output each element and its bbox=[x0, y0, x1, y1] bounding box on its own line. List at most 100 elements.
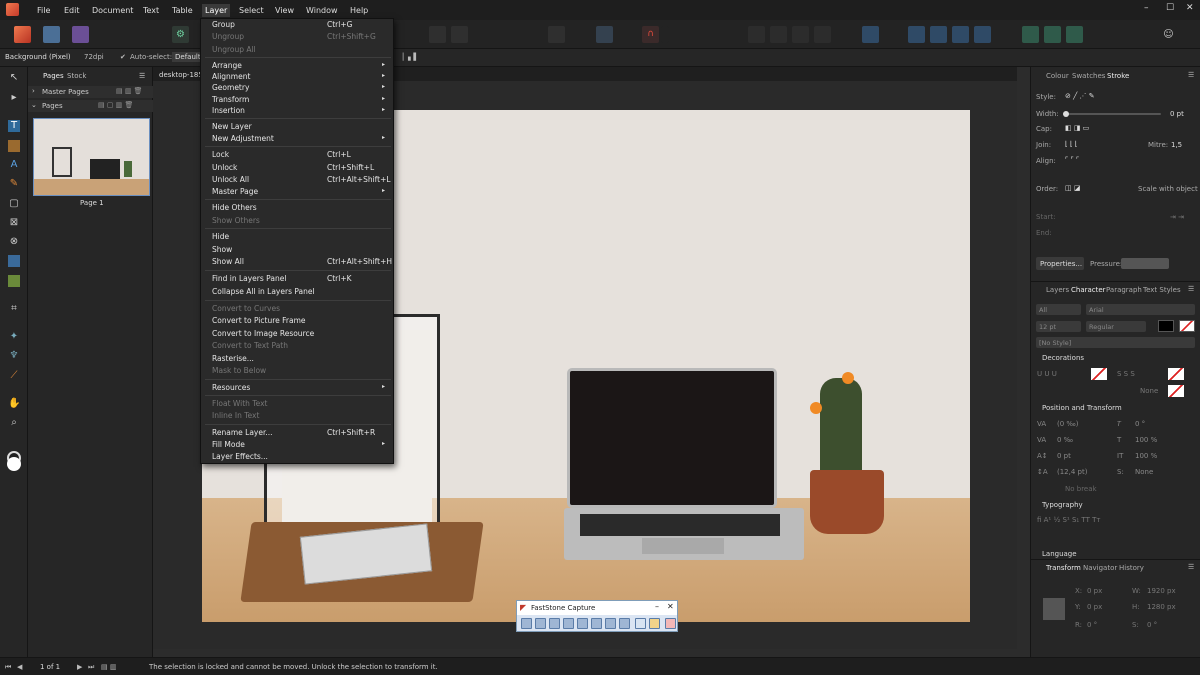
typography-header[interactable]: Typography bbox=[1042, 501, 1083, 509]
menu-item-hide[interactable]: Hide bbox=[212, 232, 229, 241]
decorations-header[interactable]: Decorations bbox=[1042, 354, 1084, 362]
menu-item-unlock[interactable]: Unlock bbox=[212, 163, 237, 172]
panel-menu-icon[interactable]: ☰ bbox=[139, 72, 145, 80]
document-tab[interactable]: desktop-185 bbox=[159, 71, 203, 79]
tab-character[interactable]: Character bbox=[1071, 286, 1106, 294]
tab-layers[interactable]: Layers bbox=[1046, 286, 1069, 294]
tab-transform[interactable]: Transform bbox=[1046, 564, 1081, 572]
toolbar-btn-3[interactable] bbox=[748, 26, 765, 43]
prev-page-icon[interactable]: ◀ bbox=[17, 663, 22, 671]
menu-item-show-others[interactable]: Show Others bbox=[212, 216, 260, 225]
stroke-style-icons[interactable]: ⊘ ╱ ⋰ ✎ bbox=[1065, 92, 1095, 100]
menu-item-arrange[interactable]: Arrange bbox=[212, 61, 242, 70]
menu-item-convert-to-curves[interactable]: Convert to Curves bbox=[212, 304, 280, 313]
join-icons[interactable]: ⌊ ⌊ ⌊ bbox=[1065, 140, 1078, 148]
menu-view[interactable]: View bbox=[272, 4, 297, 17]
place-image-icon[interactable] bbox=[8, 255, 20, 267]
fill-color-swatch[interactable] bbox=[7, 457, 21, 471]
menu-item-resources[interactable]: Resources bbox=[212, 383, 250, 392]
leading-value[interactable]: (12,4 pt) bbox=[1057, 468, 1087, 476]
menu-item-new-adjustment[interactable]: New Adjustment bbox=[212, 134, 274, 143]
cap-icons[interactable]: ◧ ◨ ▭ bbox=[1065, 124, 1089, 132]
hand-tool-icon[interactable]: ✋ bbox=[8, 398, 20, 410]
font-dropdown[interactable]: Arial bbox=[1086, 304, 1195, 315]
tab-colour[interactable]: Colour bbox=[1046, 72, 1069, 80]
toolbar-preview-icon[interactable] bbox=[548, 26, 565, 43]
menu-layer[interactable]: Layer bbox=[202, 4, 231, 17]
tab-text-styles[interactable]: Text Styles bbox=[1143, 286, 1181, 294]
toolbar-btn-5[interactable] bbox=[792, 26, 809, 43]
menu-text[interactable]: Text bbox=[140, 4, 162, 17]
menu-item-convert-to-image-resource[interactable]: Convert to Image Resource bbox=[212, 329, 314, 338]
rectangle-tool-icon[interactable]: ▢ bbox=[8, 198, 20, 210]
tab-paragraph[interactable]: Paragraph bbox=[1106, 286, 1142, 294]
y-value[interactable]: 0 px bbox=[1087, 603, 1102, 611]
menu-item-convert-to-text-path[interactable]: Convert to Text Path bbox=[212, 341, 288, 350]
designer-persona-icon[interactable] bbox=[43, 26, 60, 43]
no-break-checkbox[interactable]: No break bbox=[1065, 485, 1097, 493]
flip-horizontal-icon[interactable] bbox=[908, 26, 925, 43]
underline-color-swatch[interactable] bbox=[1091, 368, 1107, 380]
minimize-icon[interactable]: – bbox=[1144, 3, 1149, 13]
scale-with-object-label[interactable]: Scale with object bbox=[1138, 185, 1198, 193]
table-tool-icon[interactable] bbox=[8, 140, 20, 152]
width-value[interactable]: 0 pt bbox=[1170, 110, 1184, 118]
align-icon[interactable] bbox=[862, 26, 879, 43]
faststone-close-icon[interactable]: ✕ bbox=[667, 602, 674, 611]
menu-item-new-layer[interactable]: New Layer bbox=[212, 122, 252, 131]
baseline-value[interactable]: 0 pt bbox=[1057, 452, 1071, 460]
close-icon[interactable]: ✕ bbox=[1186, 3, 1194, 13]
menu-select[interactable]: Select bbox=[236, 4, 267, 17]
color-picker-icon[interactable]: ⟋ bbox=[8, 370, 20, 382]
r-value[interactable]: 0 ° bbox=[1087, 621, 1097, 629]
boolean-intersect-icon[interactable] bbox=[1066, 26, 1083, 43]
menu-item-unlock-all[interactable]: Unlock All bbox=[212, 175, 249, 184]
strike-color-swatch[interactable] bbox=[1168, 368, 1184, 380]
menu-item-geometry[interactable]: Geometry bbox=[212, 83, 249, 92]
move-tool-icon[interactable]: ↖ bbox=[8, 72, 20, 84]
w-value[interactable]: 1920 px bbox=[1147, 587, 1176, 595]
fill-tool-icon[interactable]: ✦ bbox=[8, 331, 20, 343]
faststone-titlebar[interactable]: ◤ FastStone Capture – ✕ bbox=[517, 601, 677, 615]
crop-tool-icon[interactable]: ⌗ bbox=[8, 303, 20, 315]
menu-item-lock[interactable]: Lock bbox=[212, 150, 229, 159]
toolbar-btn-1[interactable] bbox=[429, 26, 446, 43]
menu-item-layer-effects[interactable]: Layer Effects... bbox=[212, 452, 268, 461]
settings-gear-icon[interactable]: ⚙ bbox=[172, 26, 189, 43]
text-style-dropdown[interactable]: [No Style] bbox=[1036, 337, 1195, 348]
rotate-left-icon[interactable] bbox=[952, 26, 969, 43]
menu-item-collapse-all[interactable]: Collapse All in Layers Panel bbox=[212, 287, 315, 296]
menu-item-transform[interactable]: Transform bbox=[212, 95, 249, 104]
typography-icons[interactable]: fi A¹ ½ S¹ S₁ TT Tт bbox=[1037, 516, 1100, 524]
artistic-text-tool-icon[interactable]: A bbox=[8, 159, 20, 171]
x-value[interactable]: 0 px bbox=[1087, 587, 1102, 595]
tab-stock[interactable]: Stock bbox=[67, 72, 86, 80]
menu-item-find-in-layers[interactable]: Find in Layers Panel bbox=[212, 274, 286, 283]
next-page-icon[interactable]: ▶ bbox=[77, 663, 82, 671]
chevron-down-icon[interactable]: ⌄ bbox=[31, 101, 37, 109]
toolbar-btn-2[interactable] bbox=[451, 26, 468, 43]
kerning-value[interactable]: (0 ‰) bbox=[1057, 420, 1079, 428]
publisher-persona-icon[interactable] bbox=[14, 26, 31, 43]
picture-frame-ellipse-icon[interactable]: ⊗ bbox=[8, 236, 20, 248]
menu-item-group[interactable]: Group bbox=[212, 20, 235, 29]
position-transform-header[interactable]: Position and Transform bbox=[1042, 404, 1122, 412]
tab-stroke[interactable]: Stroke bbox=[1107, 72, 1129, 80]
page-actions-icon[interactable]: ▤ ▥ bbox=[101, 663, 116, 671]
pressure-graph[interactable] bbox=[1121, 258, 1169, 269]
font-weight-dropdown[interactable]: Regular bbox=[1086, 321, 1146, 332]
maximize-icon[interactable]: ☐ bbox=[1166, 3, 1174, 13]
chart-icon[interactable]: ▖▌ bbox=[408, 53, 419, 61]
menu-document[interactable]: Document bbox=[89, 4, 136, 17]
capture-object-icon[interactable] bbox=[535, 618, 546, 629]
menu-item-float-with-text[interactable]: Float With Text bbox=[212, 399, 268, 408]
menu-item-hide-others[interactable]: Hide Others bbox=[212, 203, 257, 212]
zoom-tool-icon[interactable]: ⌕ bbox=[8, 417, 20, 429]
toolbar-btn-6[interactable] bbox=[814, 26, 831, 43]
decoration-fill-swatch[interactable] bbox=[1168, 385, 1184, 397]
menu-item-mask-to-below[interactable]: Mask to Below bbox=[212, 366, 266, 375]
toolbar-btn-4[interactable] bbox=[770, 26, 787, 43]
page-thumbnail[interactable] bbox=[33, 118, 150, 196]
panel-menu-icon[interactable]: ☰ bbox=[1188, 71, 1194, 79]
anchor-point-icon[interactable] bbox=[1043, 598, 1065, 620]
